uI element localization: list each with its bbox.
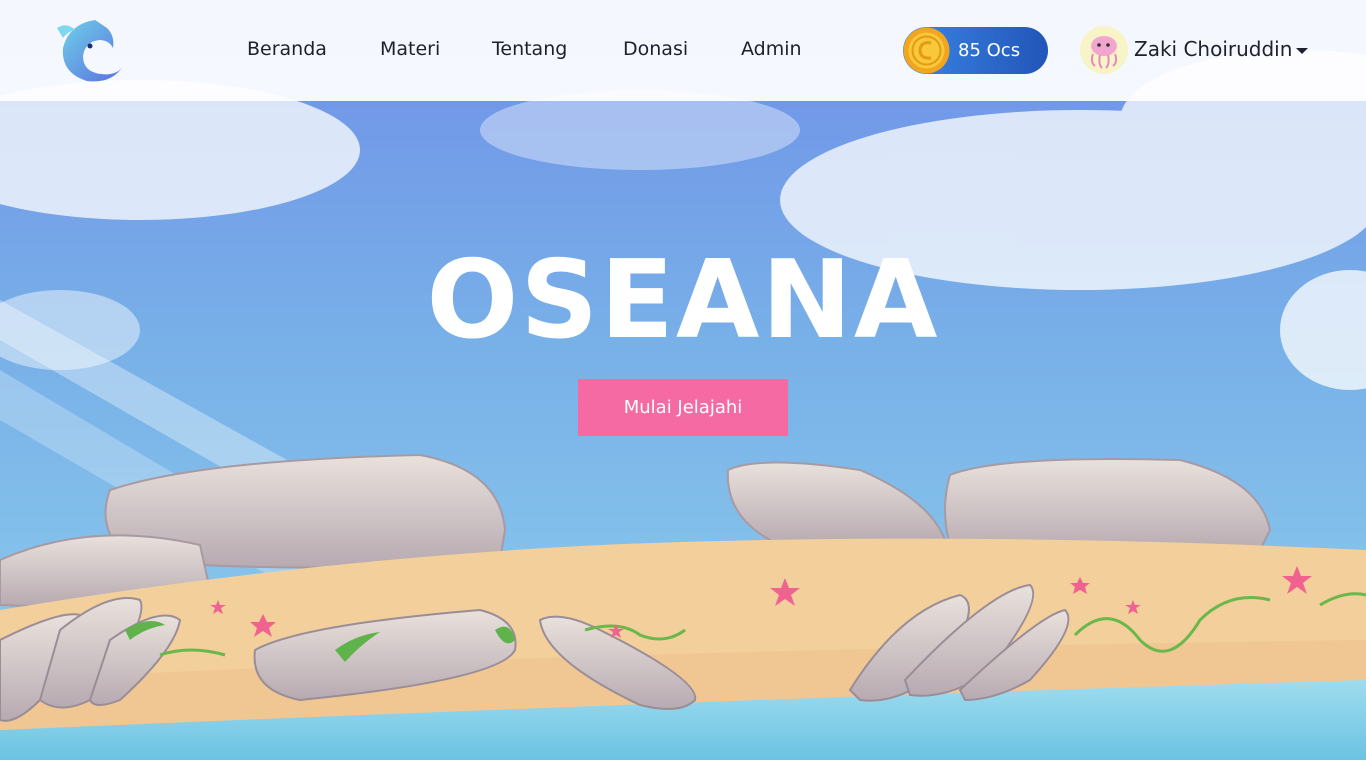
nav-link-beranda[interactable]: Beranda — [247, 38, 327, 60]
top-navbar: Beranda Materi Tentang Donasi Admin 85 O… — [0, 0, 1366, 101]
nav-link-donasi[interactable]: Donasi — [623, 38, 688, 60]
user-menu[interactable]: Zaki Choiruddin — [1080, 26, 1310, 74]
hero-title: OSEANA — [426, 238, 940, 363]
gold-coin-icon — [903, 27, 950, 74]
coin-balance-badge[interactable]: 85 Ocs — [903, 27, 1048, 74]
user-name: Zaki Choiruddin — [1134, 37, 1293, 61]
nav-link-materi[interactable]: Materi — [380, 38, 440, 60]
nav-link-admin[interactable]: Admin — [741, 38, 802, 60]
nav-link-tentang[interactable]: Tentang — [492, 38, 567, 60]
oseana-dolphin-logo[interactable] — [57, 18, 127, 84]
coin-balance-label: 85 Ocs — [958, 40, 1021, 61]
explore-cta-button[interactable]: Mulai Jelajahi — [578, 379, 788, 436]
jellyfish-avatar — [1080, 26, 1128, 74]
caret-down-icon — [1296, 48, 1308, 54]
